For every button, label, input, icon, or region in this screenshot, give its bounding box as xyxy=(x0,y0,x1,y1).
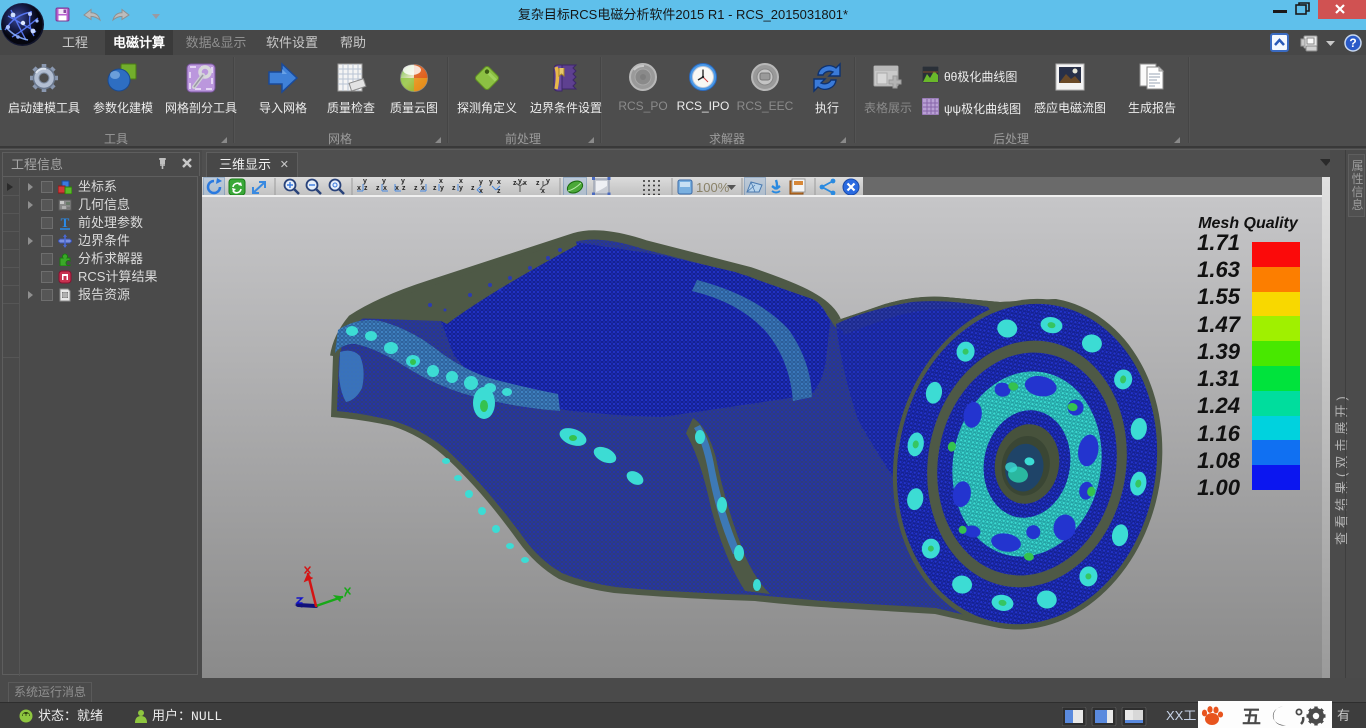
svg-text:x: x xyxy=(459,178,463,185)
svg-text:y: y xyxy=(440,185,444,192)
svg-text:z: z xyxy=(471,185,475,192)
svg-text:y: y xyxy=(363,178,367,185)
svg-text:100%: 100% xyxy=(696,180,730,195)
svg-text:x: x xyxy=(439,178,443,185)
svg-text:x: x xyxy=(541,188,545,195)
svg-text:y: y xyxy=(459,185,463,192)
svg-text:z: z xyxy=(376,185,380,192)
svg-text:T: T xyxy=(61,216,70,230)
svg-text:x: x xyxy=(497,179,501,186)
svg-text:五: 五 xyxy=(1242,707,1261,728)
svg-text:y: y xyxy=(401,178,405,185)
svg-text:z: z xyxy=(536,180,540,187)
svg-text:z: z xyxy=(452,185,456,192)
svg-text:z: z xyxy=(414,185,418,192)
svg-text:?: ? xyxy=(1349,36,1356,50)
svg-text:y: y xyxy=(479,179,483,186)
svg-text:z: z xyxy=(433,185,437,192)
svg-text:z: z xyxy=(402,185,406,192)
svg-text:y: y xyxy=(489,179,493,186)
svg-text:z: z xyxy=(364,185,368,192)
svg-text:y: y xyxy=(382,178,386,185)
svg-text:y: y xyxy=(420,178,424,185)
svg-text:y: y xyxy=(518,178,522,185)
